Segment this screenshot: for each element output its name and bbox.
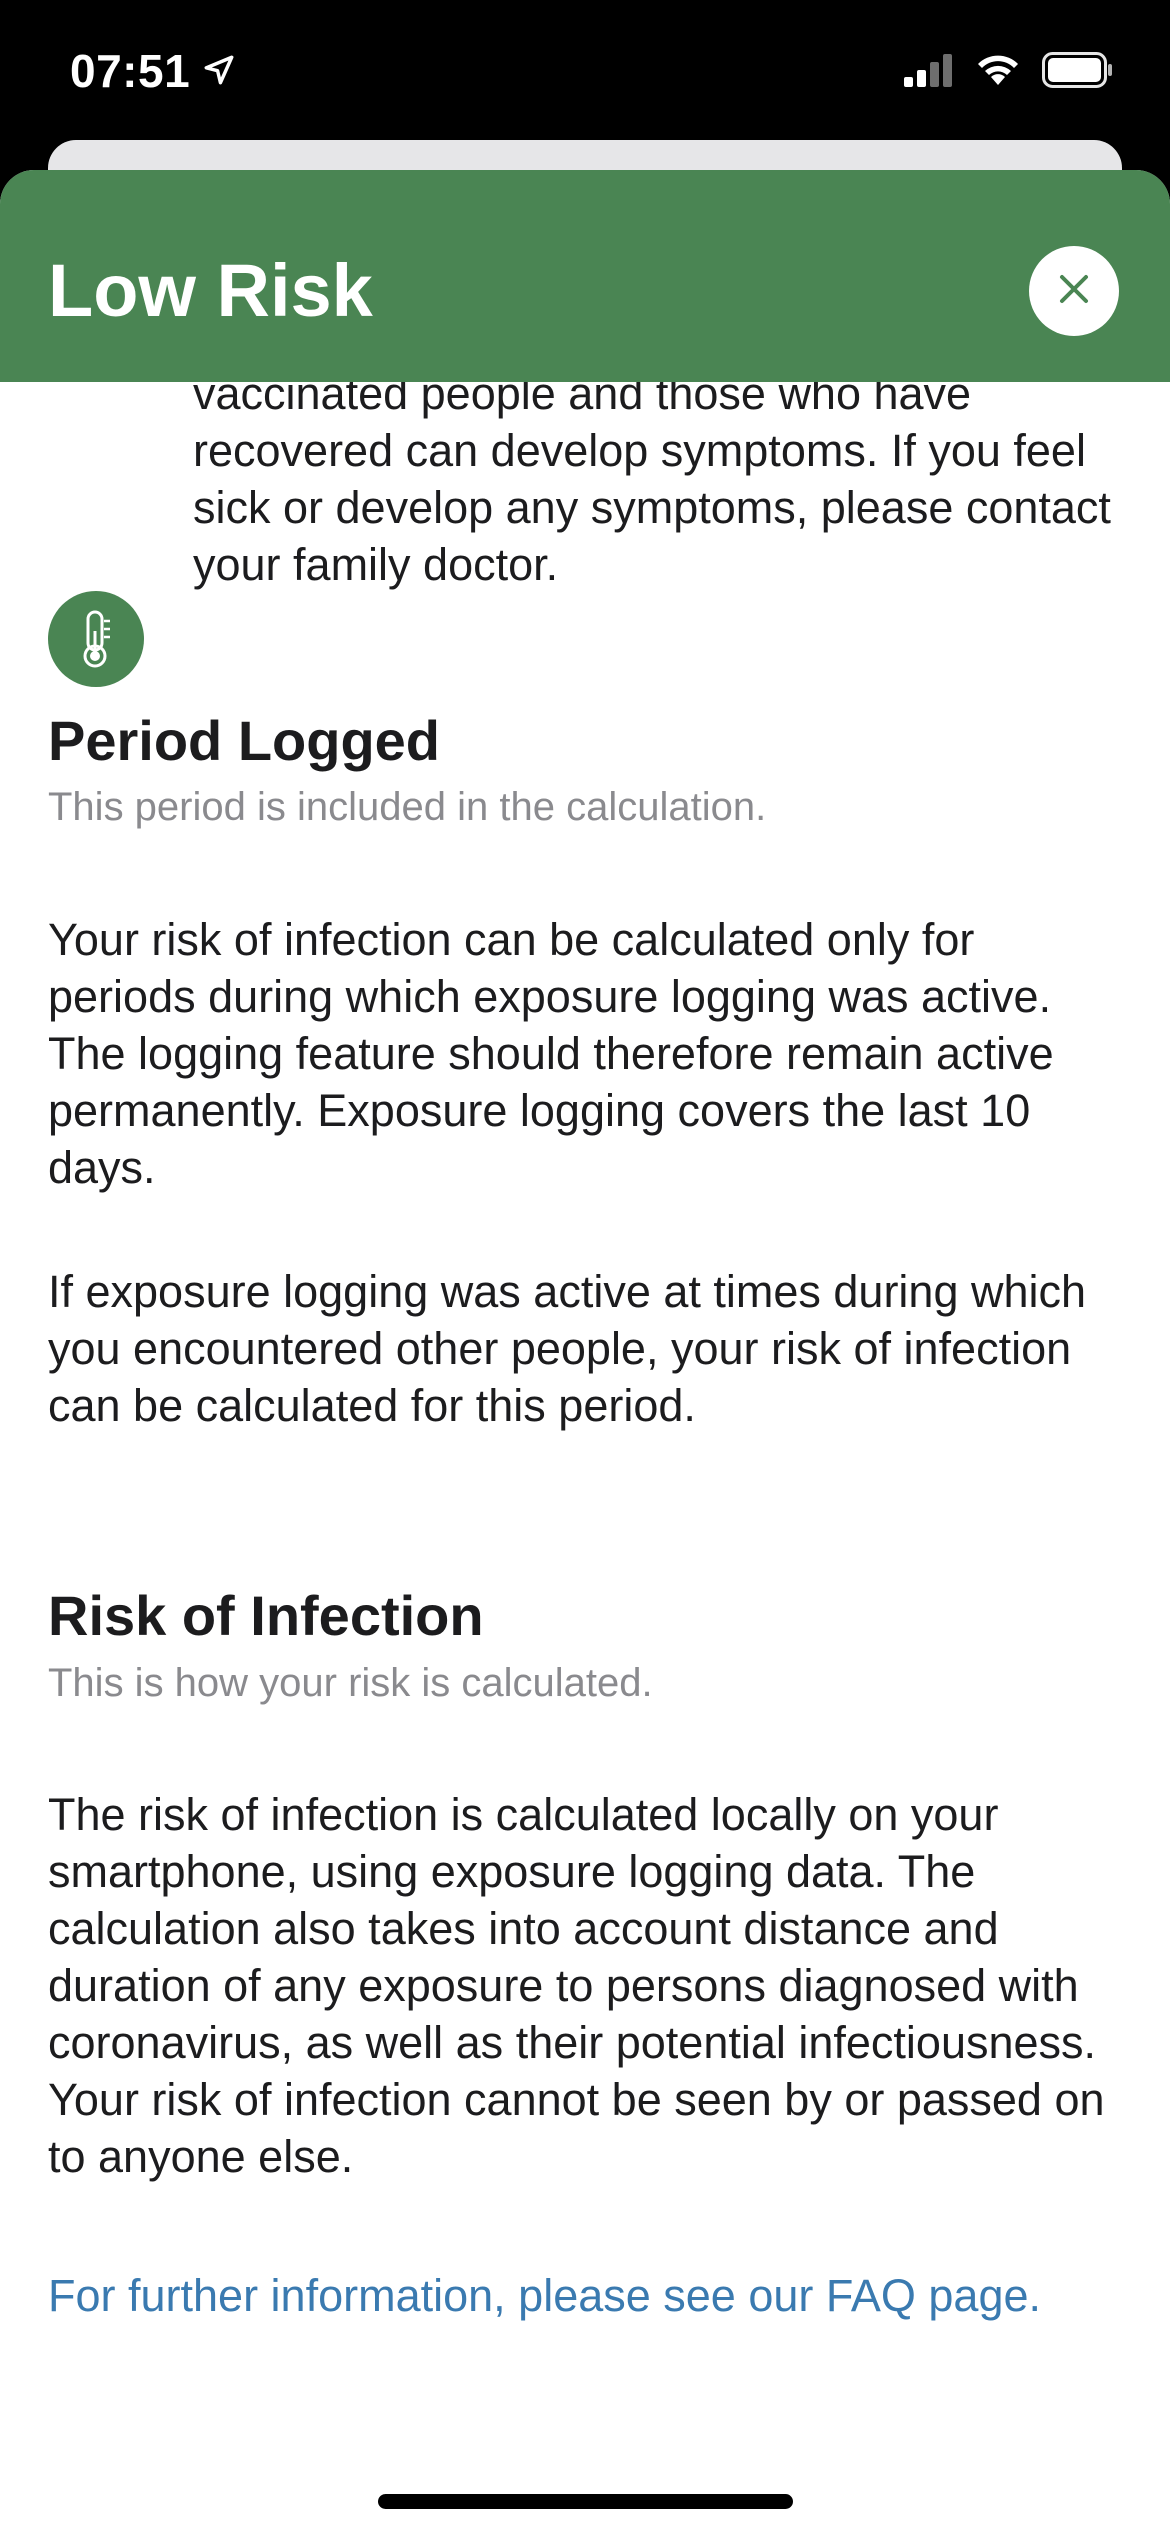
close-button[interactable]: [1029, 246, 1119, 336]
risk-of-infection-paragraph: The risk of infection is calculated loca…: [48, 1789, 1105, 2182]
section-title-period-logged: Period Logged: [48, 709, 440, 772]
wifi-icon: [976, 53, 1020, 92]
location-arrow-icon: [202, 44, 236, 98]
section-subtitle-period-logged: This period is included in the calculati…: [48, 785, 767, 829]
status-bar: 07:51: [0, 0, 1170, 150]
home-indicator: [378, 2494, 793, 2509]
battery-icon: [1042, 52, 1114, 93]
sheet-header: Low Risk: [0, 170, 1170, 382]
risk-details-sheet: Low Risk vaccinated people and those who…: [0, 170, 1170, 2532]
cellular-signal-icon: [904, 53, 954, 92]
period-logged-paragraph-1: Your risk of infection can be calculated…: [48, 914, 1054, 1193]
section-title-risk-of-infection: Risk of Infection: [48, 1584, 484, 1647]
status-icons: [904, 52, 1114, 93]
close-icon: [1054, 269, 1094, 314]
section-subtitle-risk-of-infection: This is how your risk is calculated.: [48, 1661, 653, 1705]
status-time-group: 07:51: [70, 44, 236, 98]
faq-link[interactable]: For further information, please see our …: [48, 2270, 1041, 2322]
period-logged-paragraph-2: If exposure logging was active at times …: [48, 1266, 1087, 1431]
status-time: 07:51: [70, 45, 191, 97]
risk-tip-text: vaccinated people and those who have rec…: [193, 368, 1111, 590]
page-title: Low Risk: [48, 249, 373, 332]
thermometer-icon: [48, 591, 144, 687]
